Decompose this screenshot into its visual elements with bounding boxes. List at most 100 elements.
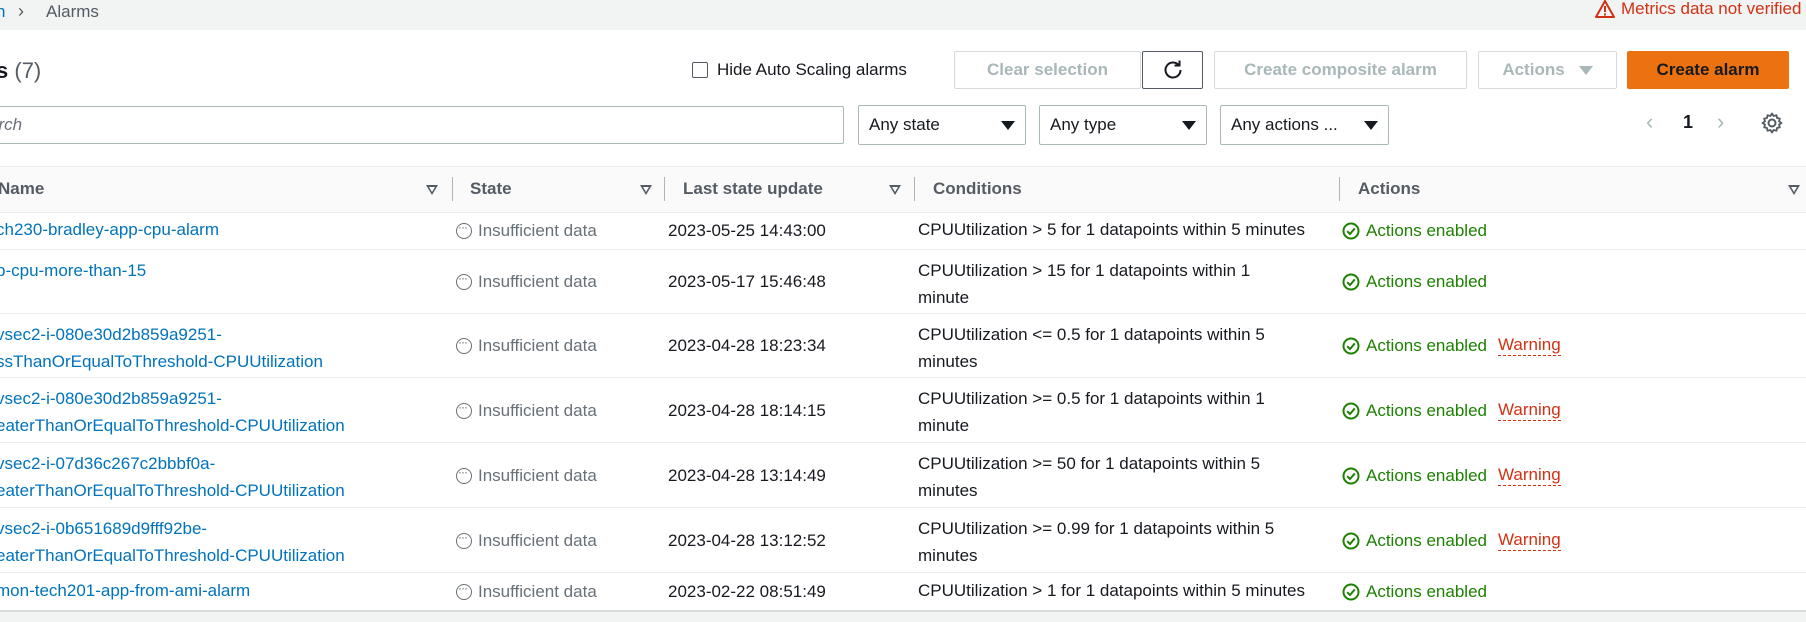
search-placeholder: arch <box>0 115 23 134</box>
column-conditions[interactable]: Conditions <box>933 179 1022 199</box>
check-circle-icon <box>1342 273 1360 290</box>
search-input[interactable]: arch <box>0 106 844 144</box>
alarm-name-link[interactable]: vsec2-i-07d36c267c2bbbf0a-eaterThanOrEqu… <box>0 450 345 504</box>
alarm-conditions: CPUUtilization >= 50 for 1 datapoints wi… <box>918 450 1260 504</box>
condition-line2: minute <box>918 416 970 435</box>
alarm-actions: Actions enabled Warning <box>1342 462 1561 489</box>
type-filter-select[interactable]: Any type <box>1039 105 1207 145</box>
state-text: Insufficient data <box>478 336 597 355</box>
warning-link[interactable]: Warning <box>1497 530 1561 551</box>
last-update: 2023-04-28 13:12:52 <box>668 531 826 550</box>
check-circle-icon <box>1342 583 1360 600</box>
table-row[interactable]: vsec2-i-07d36c267c2bbbf0a-eaterThanOrEqu… <box>0 442 1806 508</box>
condition-line2: minutes <box>918 352 978 371</box>
alarm-state: Insufficient data <box>456 524 597 554</box>
column-divider[interactable] <box>1339 177 1340 201</box>
actions-dropdown-button[interactable]: Actions <box>1478 51 1617 89</box>
alarm-name-link[interactable]: ch230-bradley-app-cpu-alarm <box>0 216 219 243</box>
state-text: Insufficient data <box>478 221 597 240</box>
actions-enabled-text: Actions enabled <box>1366 336 1487 355</box>
check-circle-icon <box>1342 222 1360 239</box>
alarm-name-link[interactable]: vsec2-i-080e30d2b859a9251- ssThanOrEqualT… <box>0 321 323 375</box>
alarm-conditions: CPUUtilization >= 0.99 for 1 datapoints … <box>918 515 1274 569</box>
state-text: Insufficient data <box>478 466 597 485</box>
condition-line1: CPUUtilization > 15 for 1 datapoints wit… <box>918 261 1251 280</box>
warning-link[interactable]: Warning <box>1497 335 1561 356</box>
alarm-name-line1[interactable]: ch230-bradley-app-cpu-alarm <box>0 216 219 243</box>
alarm-actions: Actions enabled <box>1342 578 1487 605</box>
condition-line1: CPUUtilization <= 0.5 for 1 datapoints w… <box>918 325 1265 344</box>
sort-icon[interactable] <box>426 185 438 195</box>
breadcrumb-parent-link[interactable]: n <box>0 2 5 22</box>
actions-filter-select[interactable]: Any actions ... <box>1220 105 1389 145</box>
alarm-name-link[interactable]: p-cpu-more-than-15 <box>0 257 146 284</box>
alarm-actions: Actions enabled <box>1342 217 1487 244</box>
alarm-name-line1[interactable]: mon-tech201-app-from-ami-alarm <box>0 577 250 604</box>
check-circle-icon <box>1342 337 1360 354</box>
last-update: 2023-04-28 18:14:15 <box>668 401 826 420</box>
column-actions[interactable]: Actions <box>1358 179 1420 199</box>
state-filter-select[interactable]: Any state <box>858 105 1026 145</box>
type-filter-value: Any type <box>1050 115 1117 134</box>
insufficient-data-icon <box>456 459 472 486</box>
alarm-name-link[interactable]: vsec2-i-080e30d2b859a9251- eaterThanOrEqu… <box>0 385 345 439</box>
column-last-update[interactable]: Last state update <box>683 179 823 199</box>
warning-link[interactable]: Warning <box>1497 465 1561 486</box>
state-text: Insufficient data <box>478 272 597 291</box>
current-page[interactable]: 1 <box>1683 112 1693 133</box>
hide-autoscaling-checkbox[interactable]: Hide Auto Scaling alarms <box>692 60 907 80</box>
alarm-actions: Actions enabled Warning <box>1342 397 1561 424</box>
column-state[interactable]: State <box>470 179 512 199</box>
alarm-name-link[interactable]: mon-tech201-app-from-ami-alarm <box>0 577 250 604</box>
create-alarm-button[interactable]: Create alarm <box>1627 51 1789 89</box>
insufficient-data-icon <box>456 524 472 551</box>
alarm-name-line1[interactable]: vsec2-i-080e30d2b859a9251- <box>0 321 323 348</box>
table-row[interactable]: vsec2-i-080e30d2b859a9251- eaterThanOrEqu… <box>0 377 1806 443</box>
caret-down-icon <box>1578 65 1593 75</box>
sort-icon[interactable] <box>889 185 901 195</box>
alarm-name-line1[interactable]: vsec2-i-080e30d2b859a9251- <box>0 385 345 412</box>
table-row[interactable]: p-cpu-more-than-15 Insufficient data 2023-… <box>0 249 1806 314</box>
last-update: 2023-04-28 13:14:49 <box>668 466 826 485</box>
column-divider[interactable] <box>664 177 665 201</box>
insufficient-data-icon <box>456 265 472 292</box>
page-title: s (7) <box>0 58 41 84</box>
table-row[interactable]: vsec2-i-080e30d2b859a9251- ssThanOrEqualT… <box>0 313 1806 378</box>
warning-link[interactable]: Warning <box>1497 400 1561 421</box>
alarm-name-line2[interactable]: eaterThanOrEqualToThreshold-CPUUtilizati… <box>0 412 345 439</box>
sort-icon[interactable] <box>640 185 652 195</box>
checkbox-box[interactable] <box>692 62 708 78</box>
table-row[interactable]: vsec2-i-0b651689d9fff92be-eaterThanOrEqu… <box>0 507 1806 573</box>
next-page-icon[interactable]: › <box>1717 109 1724 135</box>
metrics-warning-text: Metrics data not verified <box>1621 0 1802 18</box>
column-divider[interactable] <box>914 177 915 201</box>
last-update: 2023-05-25 14:43:00 <box>668 221 826 240</box>
caret-down-icon <box>1364 120 1378 130</box>
alarm-conditions: CPUUtilization > 5 for 1 datapoints with… <box>918 216 1305 243</box>
alarm-state: Insufficient data <box>456 329 597 359</box>
alarm-name-line1[interactable]: p-cpu-more-than-15 <box>0 257 146 284</box>
alarm-conditions: CPUUtilization > 15 for 1 datapoints wit… <box>918 257 1250 311</box>
refresh-button[interactable] <box>1142 51 1203 89</box>
insufficient-data-icon <box>456 575 472 602</box>
alarm-state: Insufficient data <box>456 214 597 244</box>
table-row[interactable]: ch230-bradley-app-cpu-alarm Insufficient … <box>0 211 1806 250</box>
page-footer-area <box>0 612 1806 622</box>
state-filter-value: Any state <box>869 115 940 134</box>
gear-icon[interactable] <box>1761 112 1783 134</box>
table-row[interactable]: mon-tech201-app-from-ami-alarm Insufficie… <box>0 572 1806 611</box>
column-divider[interactable] <box>452 177 453 201</box>
actions-enabled-text: Actions enabled <box>1366 221 1487 240</box>
previous-page-icon[interactable]: ‹ <box>1646 109 1653 135</box>
alarm-name-link[interactable]: vsec2-i-0b651689d9fff92be-eaterThanOrEqu… <box>0 515 345 569</box>
alarm-name-line2[interactable]: eaterThanOrEqualToThreshold-CPUUtilizati… <box>0 477 345 504</box>
alarm-name-line2[interactable]: eaterThanOrEqualToThreshold-CPUUtilizati… <box>0 542 345 569</box>
metrics-warning[interactable]: Metrics data not verified <box>1595 0 1801 19</box>
alarm-name-line1[interactable]: vsec2-i-07d36c267c2bbbf0a- <box>0 450 345 477</box>
alarm-name-line1[interactable]: vsec2-i-0b651689d9fff92be- <box>0 515 345 542</box>
create-composite-alarm-button[interactable]: Create composite alarm <box>1214 51 1467 89</box>
sort-icon[interactable] <box>1788 185 1800 195</box>
column-name[interactable]: Name <box>0 179 44 199</box>
alarm-name-line2[interactable]: ssThanOrEqualToThreshold-CPUUtilization <box>0 348 323 375</box>
clear-selection-button[interactable]: Clear selection <box>954 51 1141 89</box>
